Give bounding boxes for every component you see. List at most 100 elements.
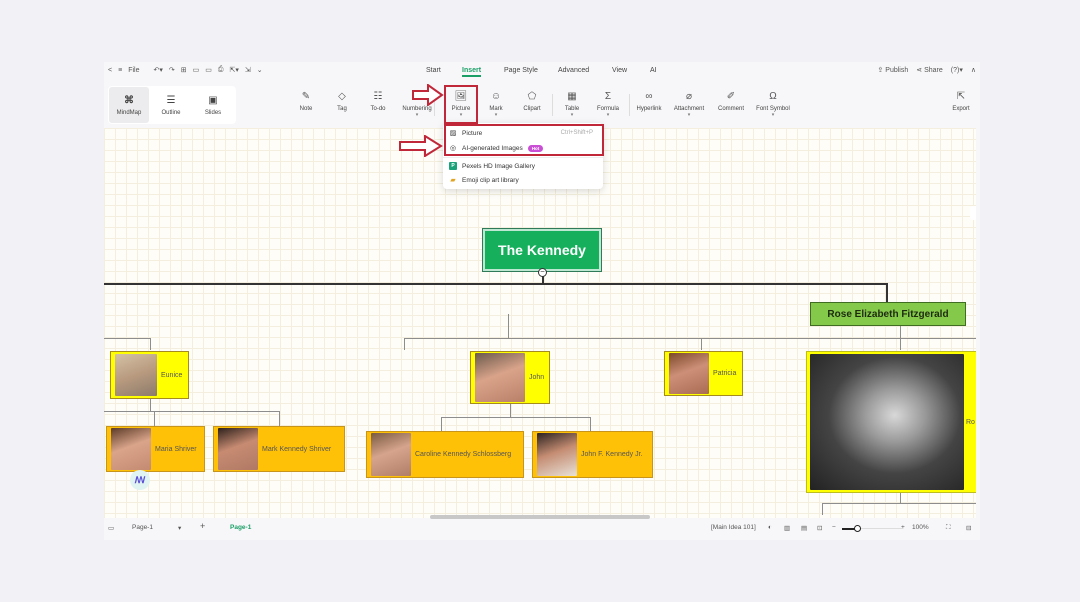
topic-node-mark-kennedy-shriver[interactable]: Mark Kennedy Shriver — [213, 426, 345, 472]
connector — [404, 338, 405, 350]
connector — [510, 404, 511, 417]
page-panel-icon[interactable]: ▭ — [108, 524, 114, 532]
tag-button[interactable]: ◇ Tag — [336, 90, 348, 113]
zoom-level[interactable]: 100% — [912, 524, 929, 531]
connector — [150, 338, 151, 350]
side-panel-toggle[interactable] — [970, 206, 976, 220]
share-file-icon[interactable]: ⇲ — [245, 66, 251, 74]
export-menu-icon[interactable]: ⇱▾ — [229, 66, 238, 74]
hyperlink-button[interactable]: ∞ Hyperlink — [636, 90, 661, 113]
formula-button[interactable]: Σ Formula ▾ — [597, 90, 619, 119]
view-outline-button[interactable]: ☰ Outline — [151, 87, 191, 123]
print-icon[interactable]: ⎙ — [218, 66, 224, 74]
undo-icon[interactable]: ↶▾ — [153, 66, 162, 74]
mark-button[interactable]: ☺ Mark ▾ — [489, 90, 502, 119]
fullscreen-icon[interactable]: ⛶ — [946, 524, 951, 532]
topic-node-robert[interactable]: Ro — [806, 351, 976, 493]
font-symbol-button[interactable]: Ω Font Symbol ▾ — [756, 90, 790, 119]
add-page-button[interactable]: + — [200, 521, 205, 531]
horizontal-scrollbar[interactable] — [430, 515, 650, 519]
tool-label: Export — [952, 106, 970, 112]
mark-icon: ☺ — [490, 90, 502, 102]
topic-node-rose[interactable]: Rose Elizabeth Fitzgerald — [810, 302, 966, 326]
pexels-icon: P — [449, 162, 457, 170]
connector — [104, 283, 888, 285]
status-bar: ▭ Page-1 ▾ + Page-1 [Main Idea 101] ◐ ▥ … — [104, 520, 980, 538]
save-icon[interactable]: ▭ — [205, 66, 212, 74]
tool-label: To-do — [370, 106, 386, 112]
connector — [886, 283, 888, 303]
todo-button[interactable]: ☷ To-do — [370, 90, 386, 113]
export-button[interactable]: ⇱ Export — [952, 90, 970, 113]
help-button[interactable]: (?)▾ — [951, 66, 963, 74]
share-button[interactable]: ⋖ Share — [916, 66, 943, 74]
topic-node-john-f-kennedy-jr[interactable]: John F. Kennedy Jr. — [532, 431, 653, 478]
menu-icon[interactable]: ≡ — [118, 67, 122, 74]
tab-insert[interactable]: Insert — [462, 67, 482, 77]
redo-icon[interactable]: ↷ — [169, 66, 175, 74]
slides-icon: ▣ — [208, 94, 218, 106]
divider — [552, 94, 553, 116]
connector — [404, 338, 976, 339]
menu-item-ai-generated-images[interactable]: ◎ AI-generated Images Hot — [449, 142, 599, 154]
tab-page-style[interactable]: Page Style — [504, 67, 538, 74]
layout-view-icon[interactable]: ▤ — [801, 524, 807, 532]
open-folder-icon[interactable]: ▭ — [193, 66, 200, 74]
new-file-icon[interactable]: ⊞ — [181, 66, 187, 74]
menu-item-picture[interactable]: ▨ Picture Ctrl+Shift+P — [449, 127, 599, 139]
connector — [508, 314, 509, 338]
back-button[interactable]: < — [108, 67, 112, 74]
panel-toggle-icon[interactable]: ⊟ — [966, 524, 971, 532]
ai-assistant-button[interactable]: ꟿ — [130, 470, 150, 490]
zoom-in-button[interactable]: + — [901, 524, 905, 531]
page-select[interactable]: Page-1 — [132, 524, 153, 531]
menu-item-pexels-gallery[interactable]: P Pexels HD Image Gallery — [449, 160, 599, 172]
divider — [629, 94, 630, 116]
zoom-out-button[interactable]: − — [832, 524, 836, 531]
collapse-toggle-icon[interactable]: − — [538, 268, 547, 277]
file-menu[interactable]: File — [128, 67, 139, 74]
screenshot-frame: < ≡ File ↶▾ ↷ ⊞ ▭ ▭ ⎙ ⇱▾ ⇲ ⌄ Start Inser… — [0, 0, 1080, 602]
annotation-arrow-icon — [399, 135, 443, 157]
chevron-down-icon[interactable]: ▾ — [178, 524, 181, 532]
avatar — [371, 433, 411, 476]
columns-view-icon[interactable]: ▥ — [784, 524, 790, 532]
hot-badge: Hot — [527, 144, 544, 152]
clipart-icon: ⬠ — [527, 90, 537, 102]
tab-start[interactable]: Start — [426, 67, 441, 74]
chevron-down-icon: ▾ — [771, 112, 775, 118]
comment-button[interactable]: ✐ Comment — [718, 90, 744, 113]
table-button[interactable]: ▦ Table ▾ — [565, 90, 579, 119]
shortcut-text: Ctrl+Shift+P — [560, 130, 593, 136]
fit-page-icon[interactable]: ⊡ — [817, 524, 822, 532]
topic-node-patricia[interactable]: Patricia — [664, 351, 743, 396]
publish-button[interactable]: ⇪ Publish — [877, 66, 908, 74]
page-tab[interactable]: Page-1 — [230, 524, 251, 531]
attachment-button[interactable]: ⌀ Attachment ▾ — [674, 90, 704, 119]
view-mindmap-button[interactable]: ⌘ MindMap — [109, 87, 149, 123]
connector — [900, 326, 901, 338]
note-button[interactable]: ✎ Note — [300, 90, 313, 113]
tab-advanced[interactable]: Advanced — [558, 67, 589, 74]
picture-button[interactable]: 🖼︎ Picture ▾ — [452, 90, 471, 119]
tab-ai[interactable]: AI — [650, 67, 657, 74]
tab-view[interactable]: View — [612, 67, 627, 74]
topic-node-maria-shriver[interactable]: Maria Shriver — [106, 426, 205, 472]
root-topic-node[interactable]: The Kennedy — [482, 228, 602, 272]
theme-icon[interactable]: ◐ — [768, 524, 772, 531]
topic-node-caroline-kennedy-schlossberg[interactable]: Caroline Kennedy Schlossberg — [366, 431, 524, 478]
help-icon: ? — [953, 67, 958, 74]
topic-node-john[interactable]: John — [470, 351, 550, 404]
connector — [701, 338, 702, 350]
more-icon[interactable]: ⌄ — [257, 66, 263, 74]
topic-node-eunice[interactable]: Eunice — [110, 351, 189, 399]
share-icon: ⋖ — [916, 67, 923, 74]
zoom-slider[interactable] — [842, 525, 902, 532]
menu-item-emoji-clipart[interactable]: ▰ Emoji clip art library — [449, 174, 599, 186]
collapse-ribbon-icon[interactable]: ∧ — [971, 66, 976, 74]
zoom-slider-handle[interactable] — [854, 525, 861, 532]
view-slides-button[interactable]: ▣ Slides — [193, 87, 233, 123]
clipart-button[interactable]: ⬠ Clipart — [523, 90, 540, 113]
connector — [104, 411, 280, 412]
chevron-down-icon: ▾ — [687, 112, 691, 118]
